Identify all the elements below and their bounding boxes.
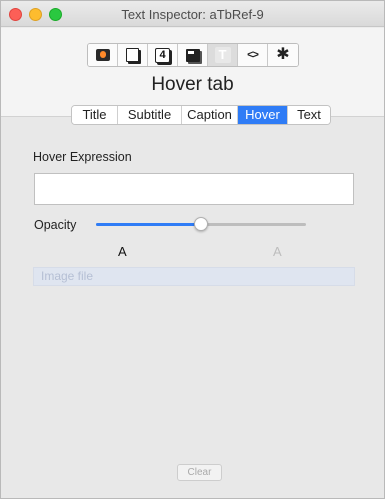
toolbar-button-properties[interactable]: ✱: [268, 44, 298, 66]
opacity-sample-faint: A: [273, 244, 282, 259]
toolbar-button-general[interactable]: [88, 44, 118, 66]
hover-expression-input[interactable]: [34, 173, 354, 205]
opacity-slider-fill: [96, 223, 201, 226]
hover-expression-label: Hover Expression: [33, 150, 132, 164]
dark-page-icon: [185, 48, 200, 62]
inspector-toolbar: 4 T <> ✱: [87, 43, 299, 67]
page-icon: [126, 48, 139, 62]
gear-icon: ✱: [276, 46, 290, 63]
tab-text[interactable]: Text: [288, 106, 330, 124]
clear-button[interactable]: Clear: [177, 464, 222, 481]
toolbar-button-text[interactable]: T: [208, 44, 238, 66]
toolbar-button-appearance[interactable]: [118, 44, 148, 66]
tab-hover[interactable]: Hover: [238, 106, 288, 124]
text-T-icon: T: [214, 47, 231, 63]
image-file-field[interactable]: Image file: [33, 267, 355, 286]
text-inspector-window: Text Inspector: aTbRef-9 4 T <> ✱ Hover …: [0, 0, 385, 499]
hover-panel: Hover Expression Opacity A A Image file …: [1, 116, 384, 498]
section-title: Hover tab: [151, 74, 234, 95]
toolbar-button-code[interactable]: <>: [238, 44, 268, 66]
toolbar-button-dark[interactable]: [178, 44, 208, 66]
tab-title[interactable]: Title: [72, 106, 118, 124]
tab-caption[interactable]: Caption: [182, 106, 238, 124]
opacity-label: Opacity: [34, 218, 77, 232]
text-tabs: Title Subtitle Caption Hover Text: [71, 105, 331, 125]
window-title: Text Inspector: aTbRef-9: [121, 7, 264, 22]
number-icon: 4: [155, 47, 170, 63]
title-bar: Text Inspector: aTbRef-9: [1, 1, 384, 27]
toolbar-button-number[interactable]: 4: [148, 44, 178, 66]
badge-icon: [95, 49, 110, 61]
inspector-header: [1, 28, 384, 116]
opacity-slider-knob[interactable]: [194, 217, 208, 231]
code-icon: <>: [247, 49, 259, 61]
tab-subtitle[interactable]: Subtitle: [118, 106, 182, 124]
opacity-sample-opaque: A: [118, 244, 127, 259]
